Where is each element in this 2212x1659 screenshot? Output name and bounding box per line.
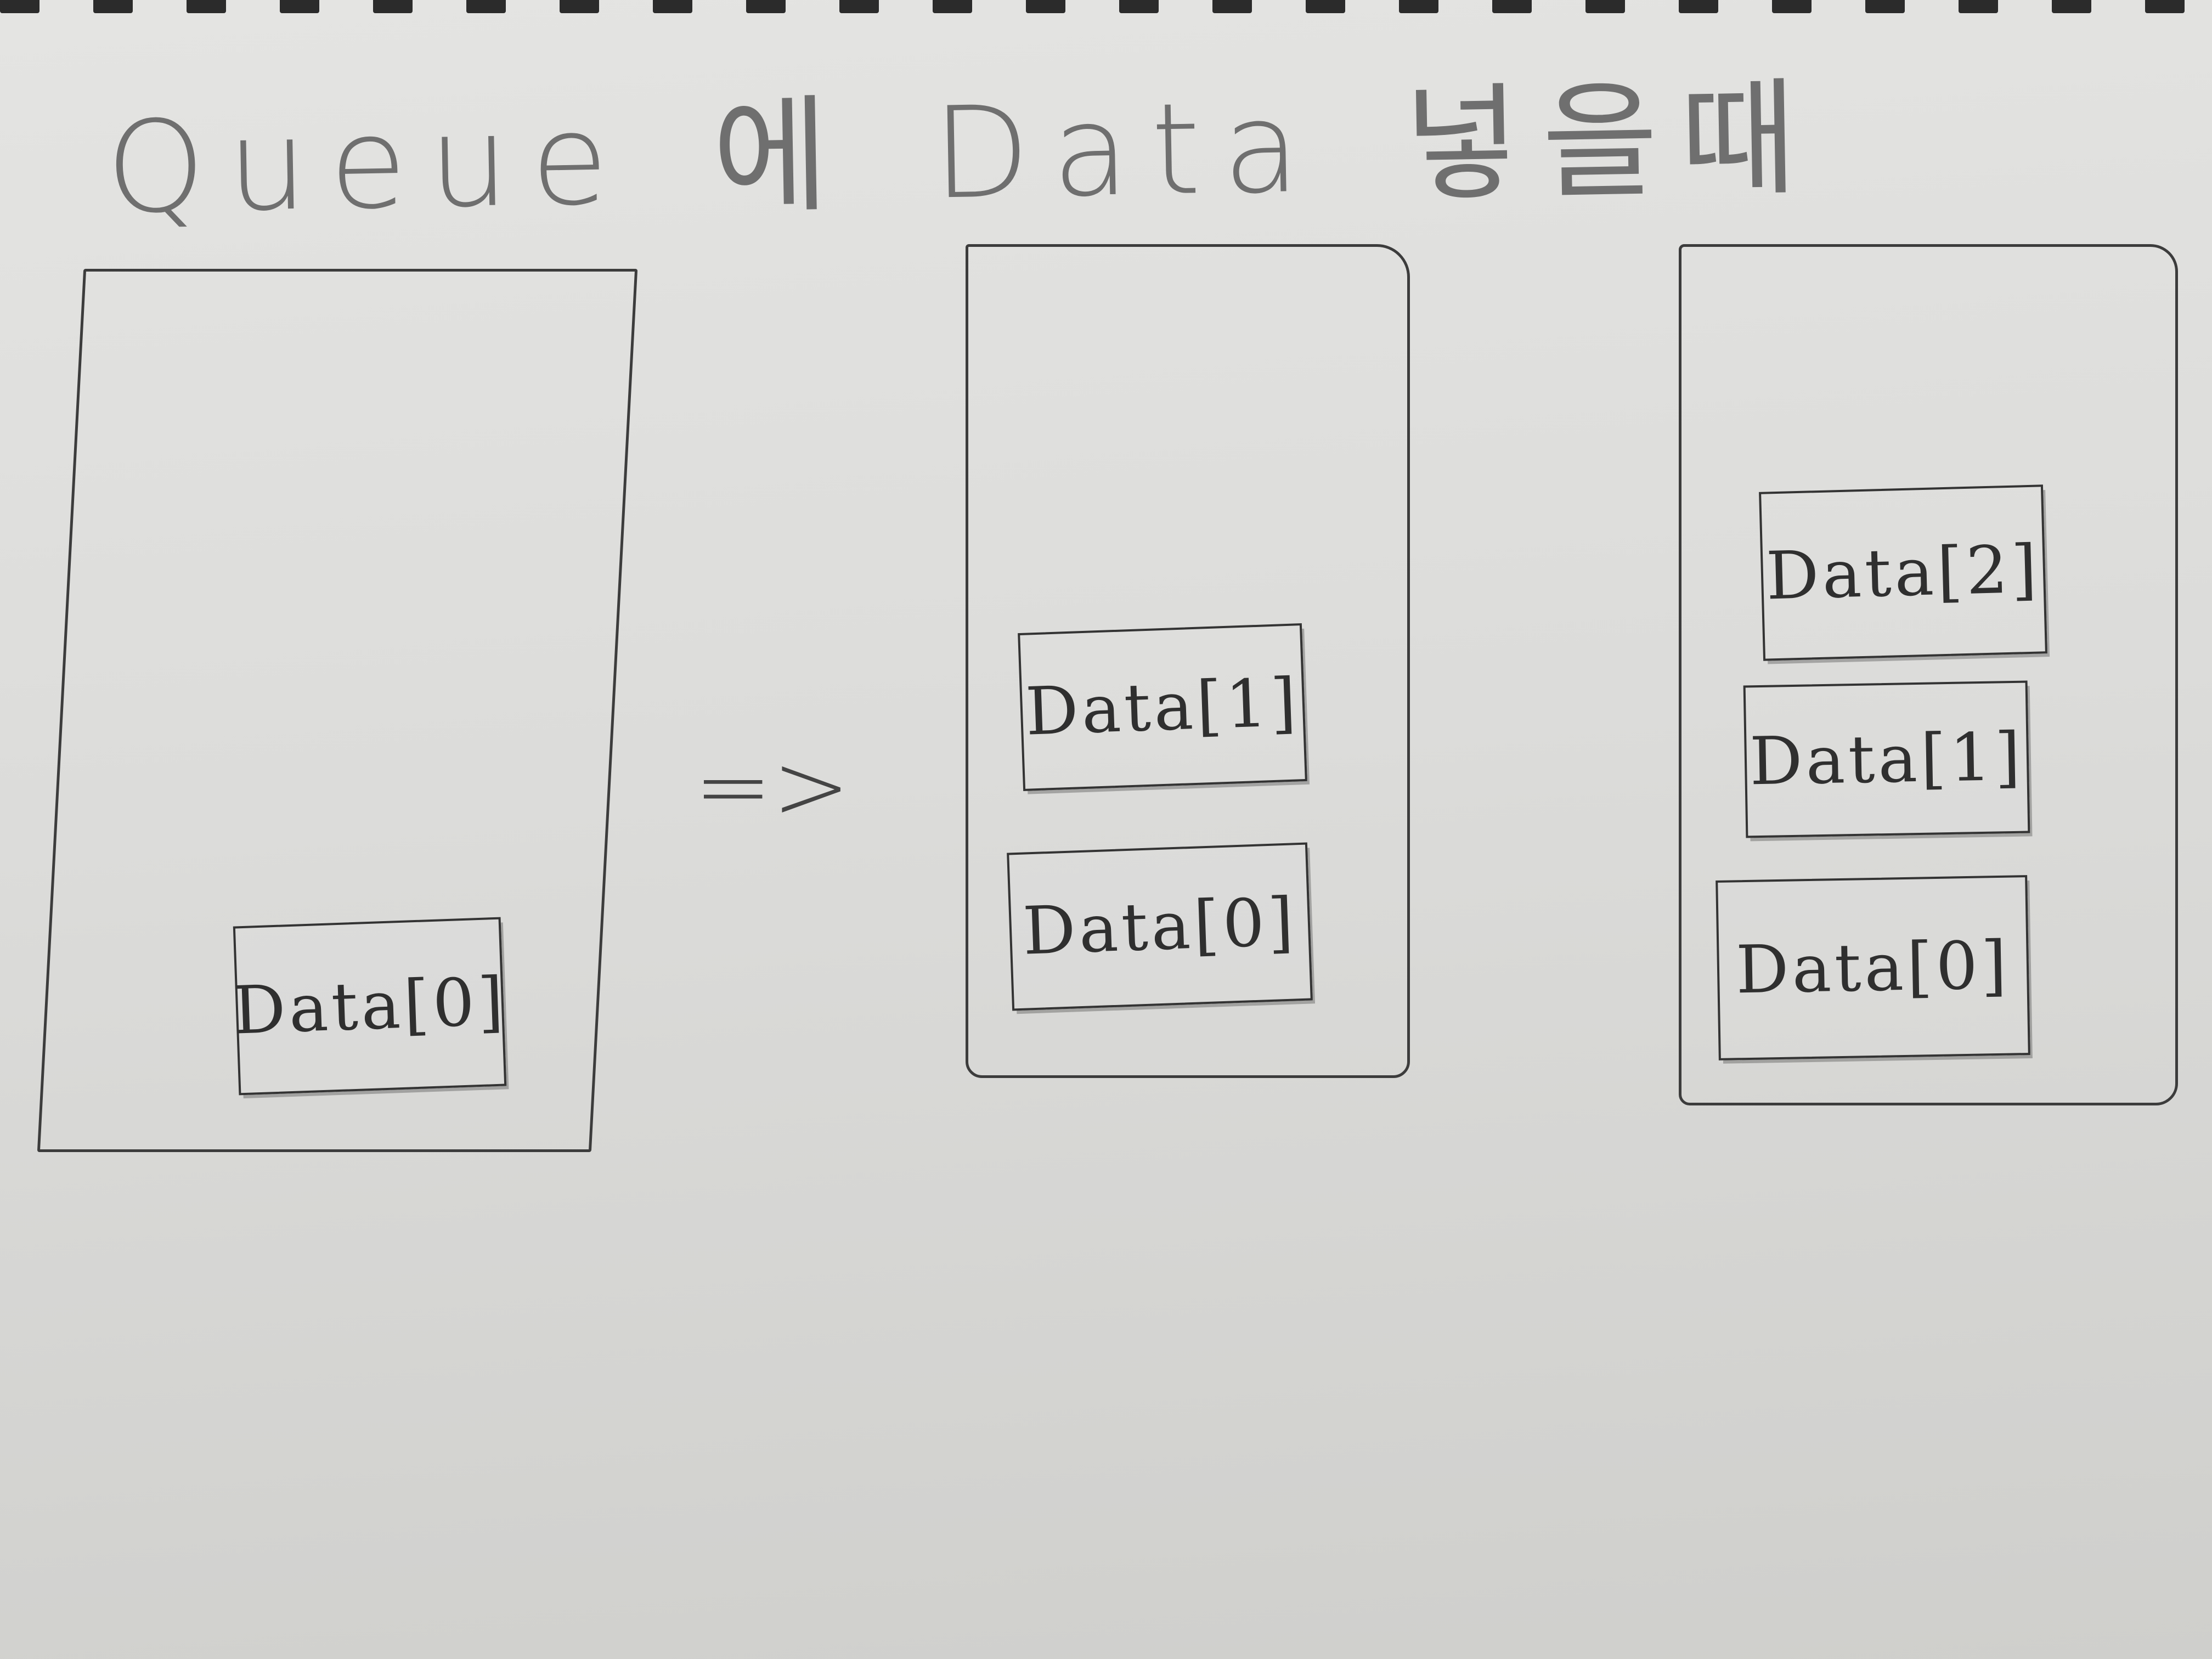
title-word-particle: 에: [711, 82, 852, 232]
transition-arrow: =>: [694, 732, 850, 841]
title-word-data: Data: [931, 74, 1323, 228]
queue-3-item-0: Data[2]: [1759, 484, 2047, 661]
diagram-title: Queue 에 Data 넣을때: [104, 36, 1820, 249]
queue-2-item-0: Data[1]: [1018, 623, 1307, 791]
queue-3-item-2: Data[0]: [1716, 875, 2030, 1060]
queue-3-item-1: Data[1]: [1743, 680, 2030, 838]
queue-1-item-0: Data[0]: [232, 917, 508, 1096]
queue-2-item-1: Data[0]: [1007, 842, 1313, 1011]
title-word-insert: 넣을때: [1402, 65, 1820, 219]
spiral-binding: [0, 0, 2212, 14]
title-word-queue: Queue: [104, 86, 632, 242]
